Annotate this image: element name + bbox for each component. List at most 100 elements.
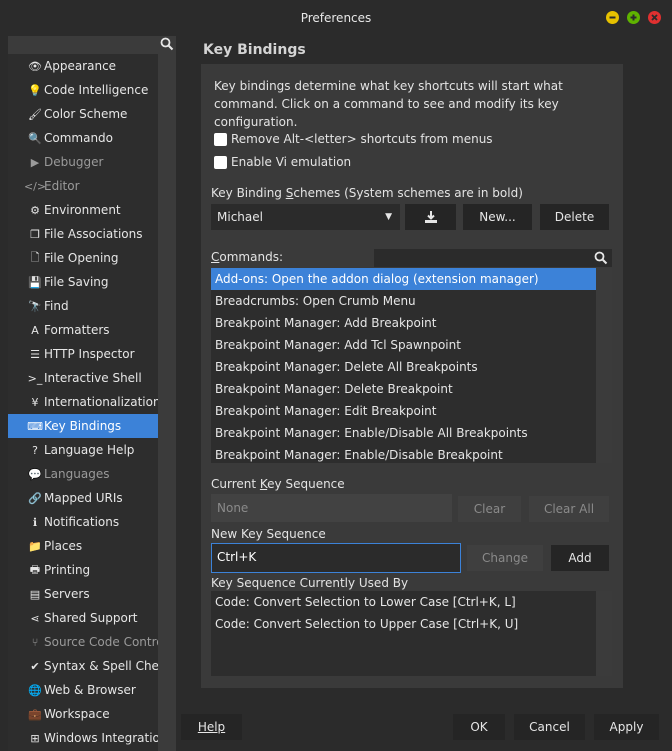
- sidebar-item-shared-support[interactable]: ⋖ Shared Support: [8, 606, 158, 630]
- command-list-item[interactable]: Breadcrumbs: Open Crumb Menu: [211, 290, 596, 312]
- search-icon: 🔍: [28, 131, 42, 145]
- search-icon[interactable]: [160, 37, 174, 54]
- sidebar-item-languages[interactable]: 💬 Languages: [8, 462, 158, 486]
- sidebar-item-servers[interactable]: ▤ Servers: [8, 582, 158, 606]
- command-list-item[interactable]: Breakpoint Manager: Add Breakpoint: [211, 312, 596, 334]
- sidebar-item-label: Web & Browser: [44, 683, 136, 697]
- sidebar-item-label: Interactive Shell: [44, 371, 142, 385]
- sidebar-item-file-saving[interactable]: 💾 File Saving: [8, 270, 158, 294]
- sidebar-item-language-help[interactable]: ? Language Help: [8, 438, 158, 462]
- sidebar-item-file-opening[interactable]: 🗋 File Opening: [8, 246, 158, 270]
- sidebar-item-mapped-uris[interactable]: 🔗 Mapped URIs: [8, 486, 158, 510]
- command-list-item[interactable]: Breakpoint Manager: Delete All Breakpoin…: [211, 356, 596, 378]
- sidebar-item-label: Key Bindings: [44, 419, 122, 433]
- sidebar-item-source-code-control[interactable]: ⑂ Source Code Control: [8, 630, 158, 654]
- commands-search-input[interactable]: [374, 249, 612, 267]
- cancel-button[interactable]: Cancel: [514, 714, 585, 740]
- delete-scheme-button[interactable]: Delete: [540, 204, 609, 230]
- command-list-item[interactable]: Breakpoint Manager: Edit Breakpoint: [211, 400, 596, 422]
- help-button[interactable]: Help: [181, 714, 242, 740]
- sidebar-item-editor[interactable]: </> Editor: [8, 174, 158, 198]
- vi-emulation-checkbox[interactable]: Enable Vi emulation: [214, 155, 351, 169]
- sidebar-item-label: Servers: [44, 587, 90, 601]
- sidebar-item-label: Mapped URIs: [44, 491, 123, 505]
- minimize-button[interactable]: [606, 11, 619, 24]
- sidebar-item-find[interactable]: 🔭 Find: [8, 294, 158, 318]
- command-list-item[interactable]: Add-ons: Open the addon dialog (extensio…: [211, 268, 596, 290]
- remove-alt-label: Remove Alt-<letter> shortcuts from menus: [231, 132, 493, 146]
- new-key-input[interactable]: Ctrl+K: [211, 543, 461, 573]
- command-list-item[interactable]: Breakpoint Manager: Add Tcl Spawnpoint: [211, 334, 596, 356]
- command-list-item[interactable]: Breakpoint Manager: Delete Breakpoint: [211, 378, 596, 400]
- sidebar-scrollbar[interactable]: [158, 54, 176, 751]
- close-button[interactable]: [648, 11, 661, 24]
- sidebar-search-input[interactable]: [8, 36, 156, 53]
- commands-scrollbar[interactable]: [596, 268, 612, 463]
- font-icon: A: [31, 323, 39, 337]
- files-icon: ❐: [30, 227, 40, 241]
- sidebar-item-interactive-shell[interactable]: >_ Interactive Shell: [8, 366, 158, 390]
- ok-button[interactable]: OK: [453, 714, 505, 740]
- used-by-list: Code: Convert Selection to Lower Case [C…: [211, 591, 612, 676]
- list-item[interactable]: Code: Convert Selection to Lower Case [C…: [215, 595, 516, 609]
- sidebar-item-formatters[interactable]: A Formatters: [8, 318, 158, 342]
- checkbox-box[interactable]: [214, 155, 227, 169]
- sidebar-item-http-inspector[interactable]: ☰ HTTP Inspector: [8, 342, 158, 366]
- change-button[interactable]: Change: [467, 545, 543, 571]
- sidebar-item-debugger[interactable]: ▶ Debugger: [8, 150, 158, 174]
- sidebar-item-label: Shared Support: [44, 611, 138, 625]
- sidebar-item-workspace[interactable]: 💼 Workspace: [8, 702, 158, 726]
- floppy-icon: 💾: [28, 275, 42, 289]
- new-scheme-button[interactable]: New...: [463, 204, 532, 230]
- binoculars-icon: 🔭: [28, 299, 42, 313]
- sidebar-item-notifications[interactable]: ℹ Notifications: [8, 510, 158, 534]
- checkbox-box[interactable]: [214, 132, 227, 146]
- sidebar-item-appearance[interactable]: 👁 Appearance: [8, 54, 158, 78]
- used-by-scrollbar[interactable]: [596, 591, 612, 676]
- description-text: Key bindings determine what key shortcut…: [214, 79, 563, 129]
- remove-alt-checkbox[interactable]: Remove Alt-<letter> shortcuts from menus: [214, 132, 493, 146]
- used-by-label: Key Sequence Currently Used By: [211, 576, 409, 590]
- sidebar-item-color-scheme[interactable]: 🖌 Color Scheme: [8, 102, 158, 126]
- share-icon: ⋖: [30, 611, 40, 625]
- sidebar-item-syntax-spell-che[interactable]: ✔ Syntax & Spell Che...: [8, 654, 158, 678]
- sidebar-item-label: Code Intelligence: [44, 83, 149, 97]
- list-item[interactable]: Code: Convert Selection to Upper Case [C…: [215, 617, 518, 631]
- sidebar-item-label: Formatters: [44, 323, 110, 337]
- command-list-item[interactable]: Breakpoint Manager: Enable/Disable All B…: [211, 422, 596, 444]
- add-button[interactable]: Add: [551, 545, 609, 571]
- sidebar-search[interactable]: [8, 36, 176, 53]
- sidebar-item-label: Commando: [44, 131, 114, 145]
- sidebar-item-windows-integration[interactable]: ⊞ Windows Integration: [8, 726, 158, 750]
- sidebar-item-label: File Opening: [44, 251, 119, 265]
- sidebar-item-web-browser[interactable]: 🌐 Web & Browser: [8, 678, 158, 702]
- sidebar-item-places[interactable]: 📁 Places: [8, 534, 158, 558]
- commands-label: Commands:: [211, 250, 283, 264]
- info-icon: ℹ: [32, 515, 38, 529]
- sidebar-item-printing[interactable]: 🖶 Printing: [8, 558, 158, 582]
- sidebar-item-code-intelligence[interactable]: 💡 Code Intelligence: [8, 78, 158, 102]
- scheme-dropdown[interactable]: Michael ▼: [211, 204, 400, 230]
- sidebar-item-commando[interactable]: 🔍 Commando: [8, 126, 158, 150]
- sidebar-item-environment[interactable]: ⚙ Environment: [8, 198, 158, 222]
- sidebar-item-label: Language Help: [44, 443, 135, 457]
- download-icon: [424, 211, 437, 223]
- code-icon: </>: [23, 179, 47, 193]
- maximize-icon: [627, 11, 640, 24]
- help-icon: ?: [32, 443, 38, 457]
- maximize-button[interactable]: [627, 11, 640, 24]
- sidebar-item-file-associations[interactable]: ❐ File Associations: [8, 222, 158, 246]
- clear-button[interactable]: Clear: [458, 496, 521, 522]
- command-list-item[interactable]: Breakpoint Manager: Enable/Disable Break…: [211, 444, 596, 463]
- import-button[interactable]: [405, 204, 456, 230]
- apply-button[interactable]: Apply: [594, 714, 659, 740]
- commands-list: Add-ons: Open the addon dialog (extensio…: [211, 268, 612, 463]
- branch-icon: ⑂: [31, 635, 39, 649]
- sidebar-item-internationalization[interactable]: ¥ Internationalization: [8, 390, 159, 414]
- sidebar-item-key-bindings[interactable]: ⌨ Key Bindings: [8, 414, 158, 438]
- search-icon[interactable]: [594, 251, 608, 268]
- sidebar-item-label: Windows Integration: [44, 731, 158, 745]
- brush-icon: 🖌: [28, 107, 42, 121]
- clear-all-button[interactable]: Clear All: [529, 496, 609, 522]
- folder-icon: 📁: [28, 539, 42, 553]
